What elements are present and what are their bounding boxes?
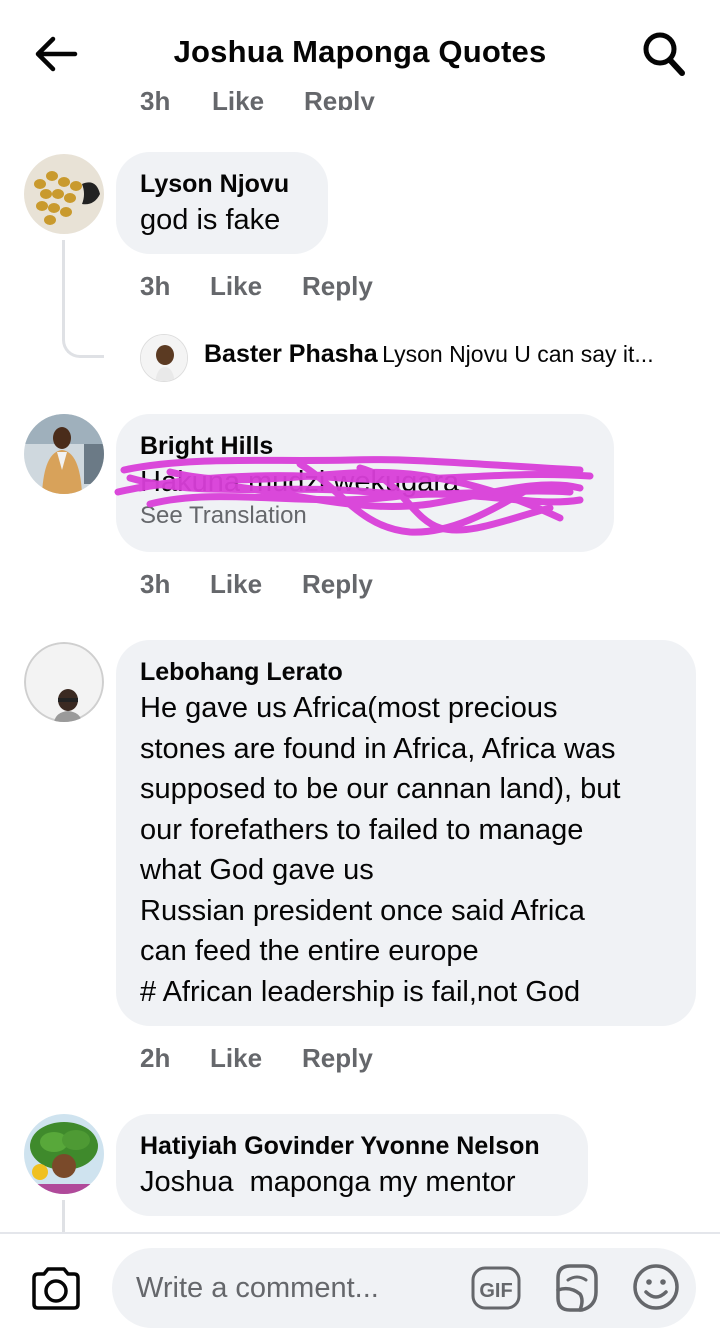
avatar-image — [24, 1114, 104, 1194]
reply-button[interactable]: Reply — [302, 271, 373, 302]
comment-text-line: can feed the entire europe — [140, 935, 479, 967]
avatar-image — [24, 642, 104, 722]
avatar-image — [24, 154, 104, 234]
comment-text: god is fake — [140, 204, 281, 236]
comment-text-line: He gave us Africa(most precious — [140, 692, 558, 724]
reply-avatar[interactable] — [140, 334, 188, 382]
gif-button[interactable]: GIF — [470, 1262, 522, 1314]
reply-author: Baster Phasha — [204, 340, 378, 368]
avatar-image — [141, 335, 187, 381]
comment-actions: 2h Like Reply — [140, 1038, 373, 1078]
comment-author[interactable]: Lebohang Lerato — [140, 656, 672, 688]
comment-author[interactable]: Lyson Njovu — [140, 168, 304, 200]
avatar[interactable] — [24, 154, 104, 234]
reply-button[interactable]: Reply — [302, 1043, 373, 1074]
reply-button[interactable]: Reply — [302, 569, 373, 600]
comment-text-line: # African leadership is fail,not God — [140, 975, 581, 1008]
reply-preview[interactable]: Baster Phasha Lyson Njovu U can say it..… — [204, 340, 704, 380]
comment-text-line: supposed to be our cannan land), but — [140, 773, 621, 805]
gif-icon: GIF — [471, 1266, 521, 1310]
search-button[interactable] — [636, 28, 692, 80]
comment-bubble[interactable]: Lebohang Lerato He gave us Africa(most p… — [116, 640, 696, 1026]
like-button[interactable]: Like — [210, 271, 302, 302]
previous-comment-actions: 3h Like Reply — [140, 86, 440, 110]
like-button[interactable]: Like — [210, 569, 302, 600]
comment-text-line: stones are found in Africa, Africa was — [140, 732, 616, 765]
comment-text-line: Russian president once said Africa — [140, 894, 585, 927]
like-button[interactable]: Like — [212, 86, 264, 110]
avatar-image — [24, 414, 104, 494]
camera-button[interactable] — [28, 1264, 84, 1312]
comment-time: 3h — [140, 568, 171, 599]
comment-time: 3h — [140, 270, 171, 301]
scribble-overlay — [114, 456, 594, 536]
comment-input[interactable] — [136, 1264, 466, 1312]
comment-actions: 3h Like Reply — [140, 564, 373, 604]
comment-time: 2h — [140, 1042, 171, 1073]
emoji-button[interactable] — [630, 1260, 682, 1314]
comment-composer: GIF — [0, 1232, 720, 1336]
comment-bubble[interactable]: Lyson Njovu god is fake — [116, 152, 328, 254]
comment-text-line: what God gave us — [140, 854, 374, 886]
reply-snippet: Lyson Njovu U can say it... — [382, 341, 654, 367]
page-title: Joshua Maponga Quotes — [173, 34, 547, 69]
comment-actions: 3h Like Reply — [140, 266, 373, 306]
camera-icon — [32, 1267, 80, 1310]
comment-time: 3h — [140, 86, 171, 110]
gif-label: GIF — [479, 1280, 512, 1302]
comment-text-line: our forefathers to failed to manage — [140, 813, 584, 846]
reply-button[interactable]: Reply — [304, 86, 375, 110]
like-button[interactable]: Like — [210, 1043, 302, 1074]
comment-text: Joshua maponga my mentor — [140, 1166, 516, 1198]
avatar[interactable] — [24, 642, 104, 722]
comment-bubble[interactable]: Hatiyiah Govinder Yvonne Nelson Joshua m… — [116, 1114, 588, 1216]
sticker-icon — [556, 1264, 598, 1312]
comment-input-container[interactable]: GIF — [112, 1248, 696, 1328]
avatar[interactable] — [24, 414, 104, 494]
search-icon — [643, 32, 685, 76]
thread-line — [62, 1200, 65, 1232]
thread-line — [62, 240, 104, 358]
comment-author[interactable]: Hatiyiah Govinder Yvonne Nelson — [140, 1130, 564, 1162]
avatar[interactable] — [24, 1114, 104, 1194]
top-bar: Joshua Maponga Quotes — [0, 0, 720, 100]
sticker-button[interactable] — [550, 1260, 604, 1316]
emoji-icon — [633, 1264, 679, 1310]
